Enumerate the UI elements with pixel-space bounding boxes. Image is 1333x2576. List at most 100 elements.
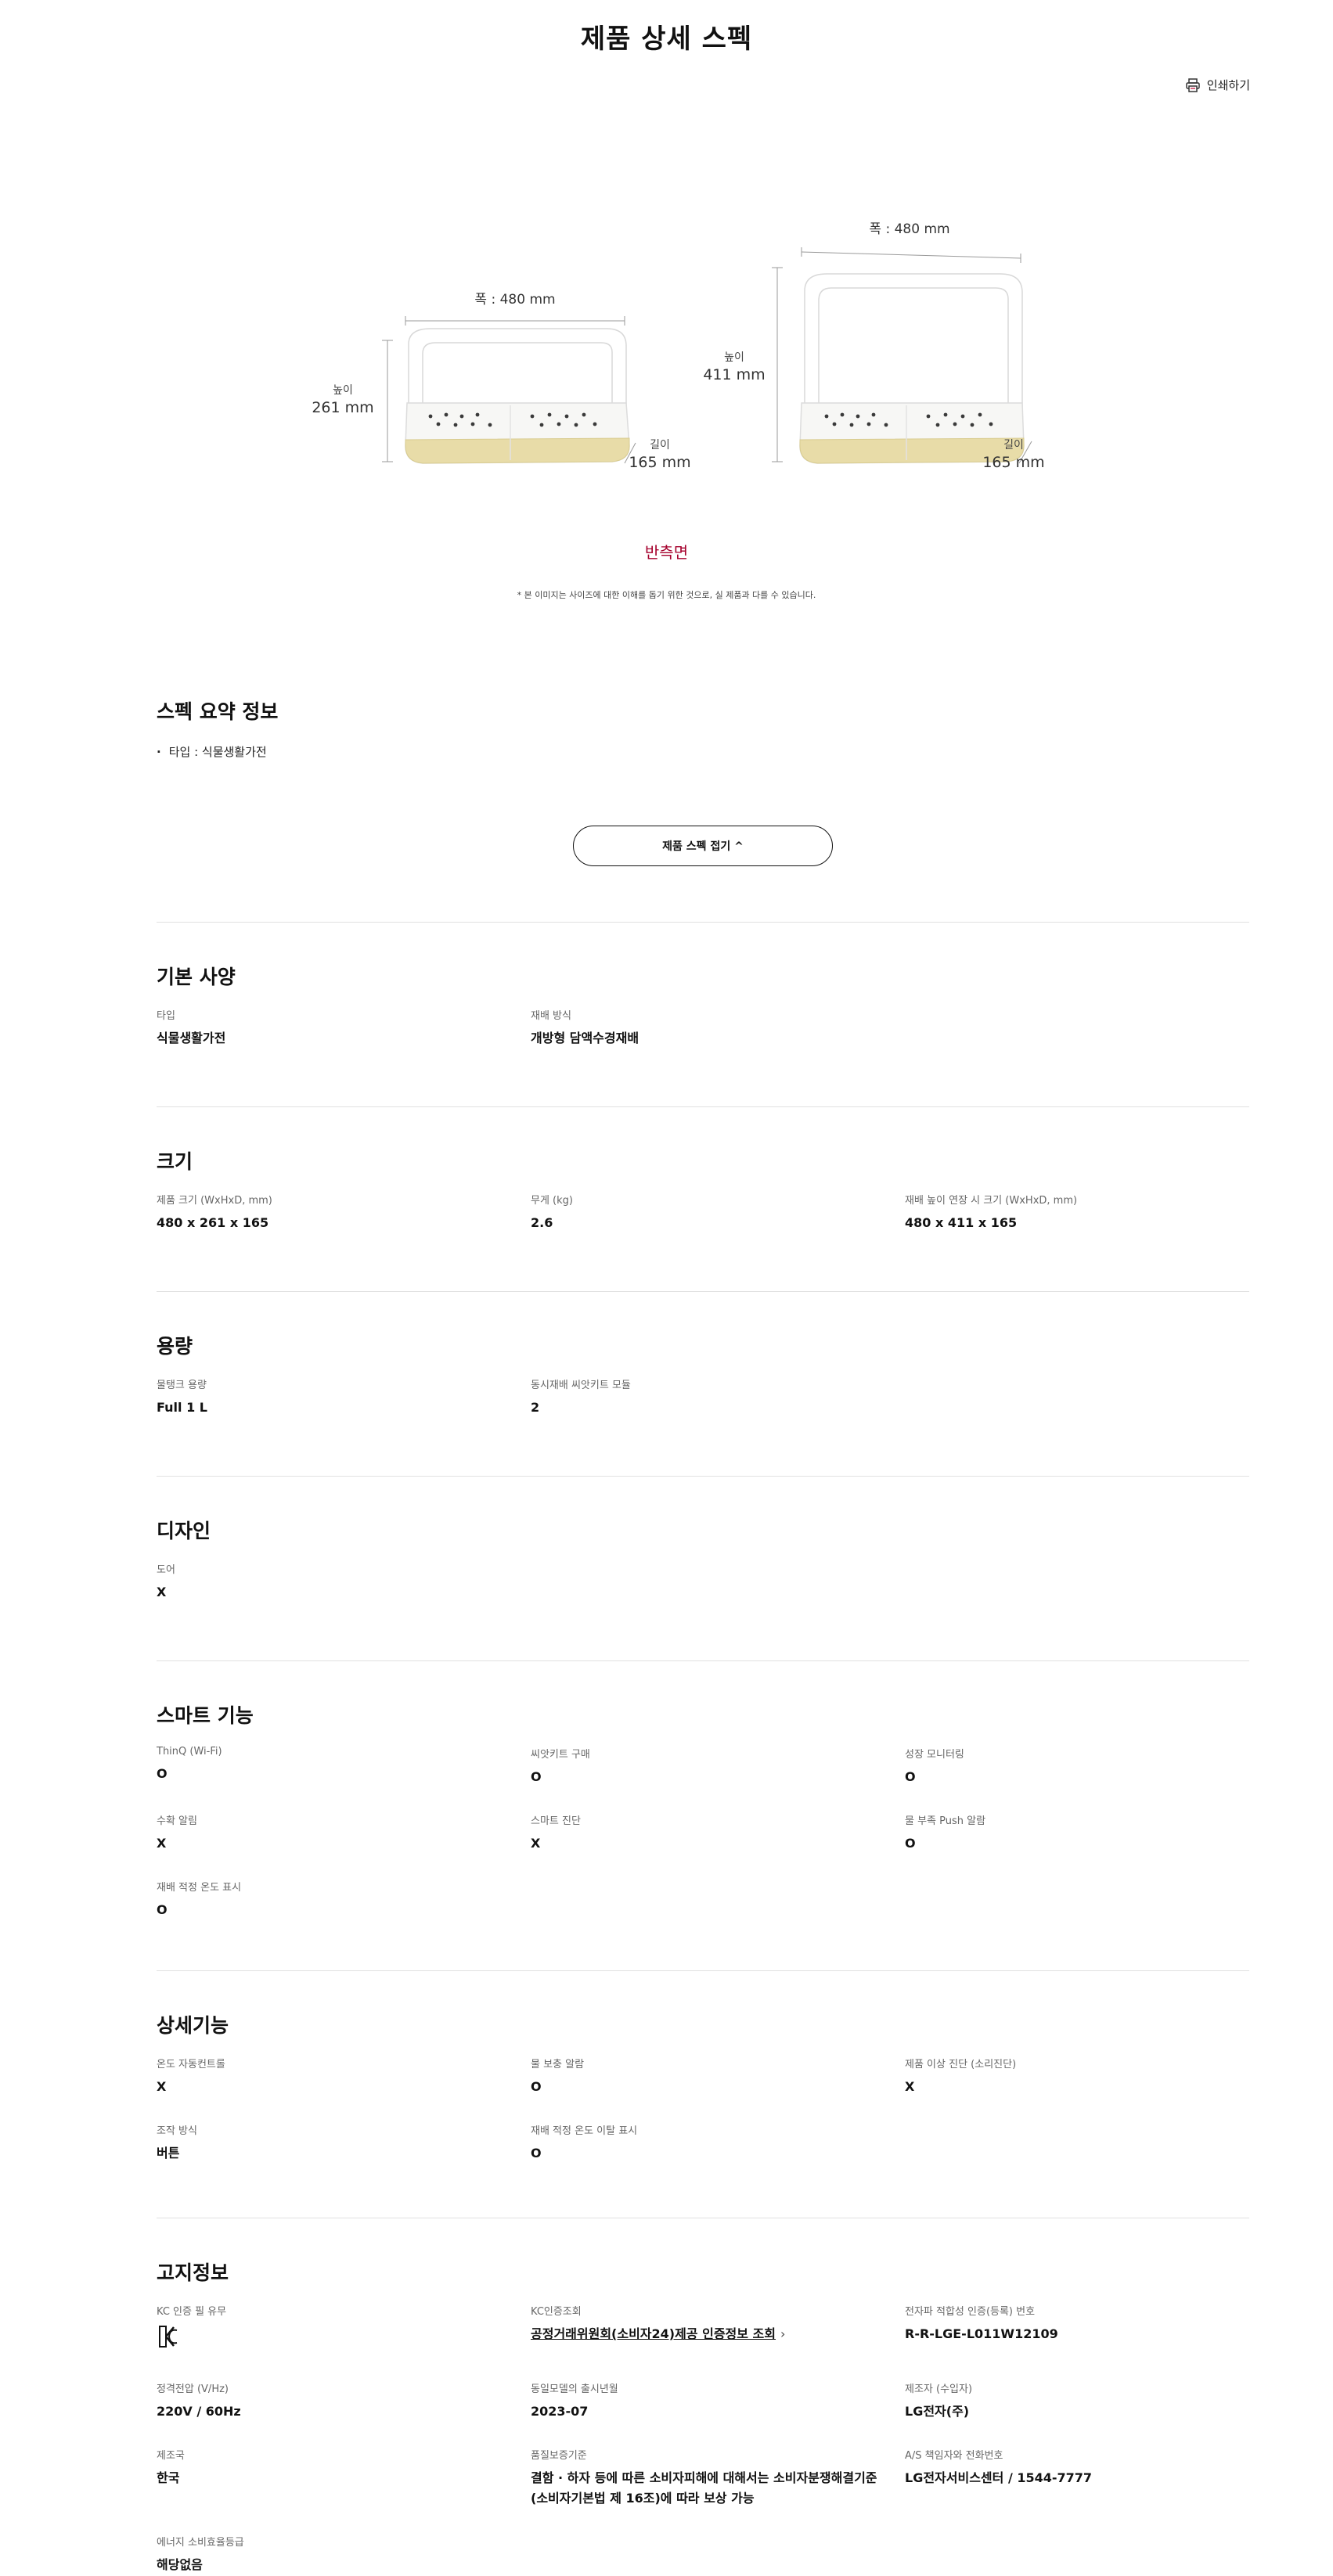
- spec-label: 제조자 (수입자): [905, 2384, 973, 2395]
- spec-label: 온도 자동컨트롤: [157, 2059, 225, 2071]
- spec-grid: 제품 크기 (WxHxD, mm) 480 x 261 x 165 무게 (kg…: [157, 1192, 1249, 1233]
- spec-item: 재배 방식 개방형 담액수경재배: [531, 1007, 905, 1049]
- section-title: 용량: [157, 1335, 193, 1358]
- spec-value: O: [905, 1836, 916, 1851]
- spec-label: KC인증조회: [531, 2306, 582, 2318]
- kc-certification-link[interactable]: 공정거래위원회(소비자24)제공 인증정보 조회 ›: [531, 2324, 905, 2344]
- spec-value: 220V / 60Hz: [157, 2404, 241, 2419]
- image-disclaimer: * 본 이미지는 사이즈에 대한 이해를 돕기 위한 것으로, 실 제품과 다를…: [517, 590, 816, 600]
- spec-section-notice: 고지정보 KC 인증 필 유무 KC인증조회 공정거래위원회(소비자24)제공 …: [157, 2218, 1249, 2572]
- spec-item: KC 인증 필 유무: [157, 2303, 531, 2355]
- product-b-depth-dimension: 길이 165 mm: [978, 437, 1049, 471]
- spec-item: ThinQ (Wi-Fi) O: [157, 1746, 531, 1787]
- spec-label: 제품 이상 진단 (소리진단): [905, 2059, 1017, 2071]
- spec-item: 제조국 한국: [157, 2447, 531, 2509]
- product-b-height-value: 411 mm: [703, 366, 766, 383]
- product-a-height-value: 261 mm: [312, 399, 374, 416]
- spec-item: 제품 크기 (WxHxD, mm) 480 x 261 x 165: [157, 1192, 531, 1233]
- spec-label: 제조국: [157, 2450, 185, 2462]
- kc-certification-icon: [159, 2326, 178, 2348]
- product-b-width-label: 폭 : 480 mm: [869, 221, 950, 237]
- spec-item: 타입 식물생활가전: [157, 1007, 531, 1049]
- spec-item: 재배 적정 온도 이탈 표시 O: [531, 2122, 905, 2164]
- spec-label: 물탱크 용량: [157, 1380, 207, 1391]
- spec-label: 재배 적정 온도 이탈 표시: [531, 2125, 638, 2137]
- spec-label: 재배 방식: [531, 1010, 571, 1022]
- spec-value: 해당없음: [157, 2557, 203, 2572]
- spec-value: LG전자(주): [905, 2404, 970, 2419]
- spec-item: 물 부족 Push 알람 O: [905, 1812, 1249, 1854]
- section-title: 기본 사양: [157, 966, 236, 988]
- spec-value: 식물생활가전: [157, 1031, 226, 1045]
- spec-item: KC인증조회 공정거래위원회(소비자24)제공 인증정보 조회 ›: [531, 2303, 905, 2355]
- spec-label: ThinQ (Wi-Fi): [157, 1746, 222, 1758]
- spec-grid: 타입 식물생활가전 재배 방식 개방형 담액수경재배: [157, 1007, 1249, 1049]
- section-title: 디자인: [157, 1520, 211, 1542]
- spec-item: 전자파 적합성 인증(등록) 번호 R-R-LGE-L011W12109: [905, 2303, 1249, 2355]
- spec-section-capacity: 용량 물탱크 용량 Full 1 L 동시재배 씨앗키트 모듈 2: [157, 1291, 1249, 1476]
- spec-item: 재배 높이 연장 시 크기 (WxHxD, mm) 480 x 411 x 16…: [905, 1192, 1249, 1233]
- spec-label: 정격전압 (V/Hz): [157, 2384, 229, 2395]
- spec-label: 전자파 적합성 인증(등록) 번호: [905, 2306, 1036, 2318]
- spec-value: O: [531, 1769, 542, 1784]
- spec-label: 에너지 소비효율등급: [157, 2537, 244, 2549]
- view-angle-label: 반측면: [644, 543, 689, 562]
- spec-value: LG전자서비스센터 / 1544-7777: [905, 2470, 1093, 2485]
- spec-item: 무게 (kg) 2.6: [531, 1192, 905, 1233]
- product-a-height-label: 높이: [333, 384, 353, 397]
- section-title: 스마트 기능: [157, 1704, 254, 1727]
- spec-grid: ThinQ (Wi-Fi) O 씨앗키트 구매 O 성장 모니터링 O 수확 알…: [157, 1746, 1249, 1920]
- spec-value: O: [905, 1769, 916, 1784]
- product-a-depth-value: 165 mm: [629, 454, 691, 471]
- spec-value: X: [157, 1585, 167, 1599]
- spec-value: O: [531, 2079, 542, 2094]
- spec-value: 480 x 411 x 165: [905, 1215, 1018, 1230]
- spec-item: 동일모델의 출시년월 2023-07: [531, 2380, 905, 2422]
- page-title: 제품 상세 스펙: [580, 23, 753, 55]
- spec-label: 동시재배 씨앗키트 모듈: [531, 1380, 631, 1391]
- spec-section-smart: 스마트 기능 ThinQ (Wi-Fi) O 씨앗키트 구매 O 성장 모니터링…: [157, 1660, 1249, 1970]
- spec-label: 재배 높이 연장 시 크기 (WxHxD, mm): [905, 1195, 1078, 1207]
- spec-value: O: [531, 2146, 542, 2160]
- print-button[interactable]: 인쇄하기: [1185, 77, 1250, 93]
- spec-item: 수확 알림 X: [157, 1812, 531, 1854]
- fold-spec-button[interactable]: 제품 스펙 접기 ^: [573, 826, 833, 866]
- spec-value: 버튼: [157, 2146, 180, 2160]
- spec-item: 도어 X: [157, 1561, 531, 1603]
- spec-section-basic: 기본 사양 타입 식물생활가전 재배 방식 개방형 담액수경재배: [157, 922, 1249, 1106]
- section-title: 상세기능: [157, 2014, 229, 2037]
- chevron-right-icon: ›: [780, 2326, 786, 2341]
- spec-value: X: [157, 2079, 167, 2094]
- spec-value: Full 1 L: [157, 1400, 207, 1415]
- spec-item: 스마트 진단 X: [531, 1812, 905, 1854]
- product-a-width-label: 폭 : 480 mm: [474, 292, 556, 308]
- spec-value: X: [905, 2079, 915, 2094]
- spec-summary-title: 스펙 요약 정보: [157, 700, 279, 723]
- spec-label: 씨앗키트 구매: [531, 1749, 590, 1761]
- section-title: 크기: [157, 1150, 193, 1173]
- spec-item: 동시재배 씨앗키트 모듈 2: [531, 1376, 905, 1418]
- spec-item: 제품 이상 진단 (소리진단) X: [905, 2056, 1249, 2097]
- spec-label: 성장 모니터링: [905, 1749, 964, 1761]
- spec-section-size: 크기 제품 크기 (WxHxD, mm) 480 x 261 x 165 무게 …: [157, 1106, 1249, 1291]
- section-title: 고지정보: [157, 2261, 229, 2284]
- spec-grid: 도어 X: [157, 1561, 1249, 1603]
- spec-value: 2: [531, 1400, 540, 1415]
- spec-item: 에너지 소비효율등급 해당없음: [157, 2534, 531, 2575]
- printer-icon: [1185, 77, 1201, 93]
- spec-item: 물탱크 용량 Full 1 L: [157, 1376, 531, 1418]
- spec-value: O: [157, 1766, 168, 1781]
- spec-grid: KC 인증 필 유무 KC인증조회 공정거래위원회(소비자24)제공 인증정보 …: [157, 2303, 1249, 2575]
- spec-item: 씨앗키트 구매 O: [531, 1746, 905, 1787]
- spec-section-design: 디자인 도어 X: [157, 1476, 1249, 1660]
- spec-label: 물 보충 알람: [531, 2059, 585, 2071]
- spec-grid: 온도 자동컨트롤 X 물 보충 알람 O 제품 이상 진단 (소리진단) X 조…: [157, 2056, 1249, 2164]
- plant-cultivator-tall: [799, 273, 1025, 464]
- spec-label: 품질보증기준: [531, 2450, 587, 2462]
- product-a-depth-label: 길이: [650, 439, 670, 452]
- spec-label: 물 부족 Push 알람: [905, 1815, 986, 1827]
- spec-item: 재배 적정 온도 표시 O: [157, 1879, 531, 1920]
- spec-item: A/S 책임자와 전화번호 LG전자서비스센터 / 1544-7777: [905, 2447, 1249, 2509]
- spec-item: 성장 모니터링 O: [905, 1746, 1249, 1787]
- spec-value: O: [157, 1902, 168, 1917]
